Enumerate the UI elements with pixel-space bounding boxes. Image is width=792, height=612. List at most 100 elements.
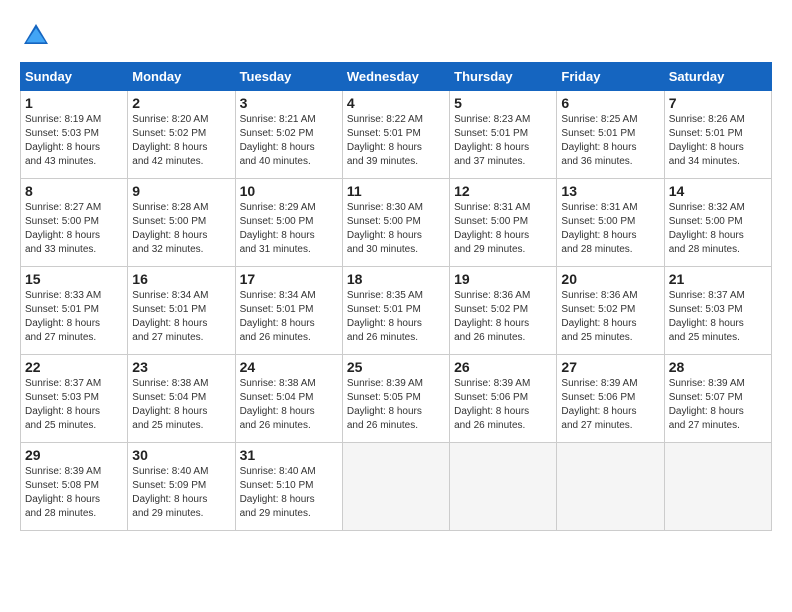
- day-cell-12: 12 Sunrise: 8:31 AMSunset: 5:00 PMDayligh…: [450, 179, 557, 267]
- day-number: 24: [240, 359, 338, 375]
- day-number: 25: [347, 359, 445, 375]
- day-detail: Sunrise: 8:23 AMSunset: 5:01 PMDaylight:…: [454, 113, 552, 169]
- week-row-3: 15 Sunrise: 8:33 AMSunset: 5:01 PMDayligh…: [21, 267, 772, 355]
- day-cell-17: 17 Sunrise: 8:34 AMSunset: 5:01 PMDayligh…: [235, 267, 342, 355]
- weekday-header-monday: Monday: [128, 63, 235, 91]
- day-cell-24: 24 Sunrise: 8:38 AMSunset: 5:04 PMDayligh…: [235, 355, 342, 443]
- calendar-table: SundayMondayTuesdayWednesdayThursdayFrid…: [20, 62, 772, 531]
- day-detail: Sunrise: 8:36 AMSunset: 5:02 PMDaylight:…: [561, 289, 659, 345]
- day-detail: Sunrise: 8:33 AMSunset: 5:01 PMDaylight:…: [25, 289, 123, 345]
- day-cell-9: 9 Sunrise: 8:28 AMSunset: 5:00 PMDaylight…: [128, 179, 235, 267]
- day-detail: Sunrise: 8:39 AMSunset: 5:06 PMDaylight:…: [454, 377, 552, 433]
- day-detail: Sunrise: 8:39 AMSunset: 5:08 PMDaylight:…: [25, 465, 123, 521]
- day-detail: Sunrise: 8:39 AMSunset: 5:07 PMDaylight:…: [669, 377, 767, 433]
- day-detail: Sunrise: 8:38 AMSunset: 5:04 PMDaylight:…: [240, 377, 338, 433]
- day-cell-30: 30 Sunrise: 8:40 AMSunset: 5:09 PMDayligh…: [128, 443, 235, 531]
- empty-cell: [450, 443, 557, 531]
- day-cell-19: 19Sunrise: 8:36 AMSunset: 5:02 PMDayligh…: [450, 267, 557, 355]
- weekday-header-saturday: Saturday: [664, 63, 771, 91]
- day-detail: Sunrise: 8:27 AMSunset: 5:00 PMDaylight:…: [25, 201, 123, 257]
- day-detail: Sunrise: 8:20 AMSunset: 5:02 PMDaylight:…: [132, 113, 230, 169]
- day-number: 12: [454, 183, 552, 199]
- day-number: 16: [132, 271, 230, 287]
- day-detail: Sunrise: 8:19 AMSunset: 5:03 PMDaylight:…: [25, 113, 123, 169]
- day-number: 6: [561, 95, 659, 111]
- day-number: 17: [240, 271, 338, 287]
- day-detail: Sunrise: 8:34 AMSunset: 5:01 PMDaylight:…: [132, 289, 230, 345]
- weekday-header-friday: Friday: [557, 63, 664, 91]
- day-cell-16: 16 Sunrise: 8:34 AMSunset: 5:01 PMDayligh…: [128, 267, 235, 355]
- day-detail: Sunrise: 8:25 AMSunset: 5:01 PMDaylight:…: [561, 113, 659, 169]
- day-detail: Sunrise: 8:34 AMSunset: 5:01 PMDaylight:…: [240, 289, 338, 345]
- day-number: 20: [561, 271, 659, 287]
- day-number: 9: [132, 183, 230, 199]
- day-number: 14: [669, 183, 767, 199]
- day-detail: Sunrise: 8:26 AMSunset: 5:01 PMDaylight:…: [669, 113, 767, 169]
- day-cell-11: 11 Sunrise: 8:30 AMSunset: 5:00 PMDayligh…: [342, 179, 449, 267]
- day-number: 2: [132, 95, 230, 111]
- empty-cell: [557, 443, 664, 531]
- day-cell-23: 23 Sunrise: 8:38 AMSunset: 5:04 PMDayligh…: [128, 355, 235, 443]
- day-detail: Sunrise: 8:22 AMSunset: 5:01 PMDaylight:…: [347, 113, 445, 169]
- week-row-5: 29 Sunrise: 8:39 AMSunset: 5:08 PMDayligh…: [21, 443, 772, 531]
- day-number: 22: [25, 359, 123, 375]
- day-cell-29: 29 Sunrise: 8:39 AMSunset: 5:08 PMDayligh…: [21, 443, 128, 531]
- weekday-header-tuesday: Tuesday: [235, 63, 342, 91]
- day-number: 13: [561, 183, 659, 199]
- day-number: 5: [454, 95, 552, 111]
- day-detail: Sunrise: 8:30 AMSunset: 5:00 PMDaylight:…: [347, 201, 445, 257]
- day-detail: Sunrise: 8:38 AMSunset: 5:04 PMDaylight:…: [132, 377, 230, 433]
- day-number: 18: [347, 271, 445, 287]
- day-detail: Sunrise: 8:28 AMSunset: 5:00 PMDaylight:…: [132, 201, 230, 257]
- day-number: 23: [132, 359, 230, 375]
- day-cell-5: 5 Sunrise: 8:23 AMSunset: 5:01 PMDaylight…: [450, 91, 557, 179]
- day-detail: Sunrise: 8:39 AMSunset: 5:05 PMDaylight:…: [347, 377, 445, 433]
- empty-cell: [342, 443, 449, 531]
- weekday-header-thursday: Thursday: [450, 63, 557, 91]
- day-cell-1: 1 Sunrise: 8:19 AMSunset: 5:03 PMDaylight…: [21, 91, 128, 179]
- day-number: 26: [454, 359, 552, 375]
- day-cell-6: 6 Sunrise: 8:25 AMSunset: 5:01 PMDaylight…: [557, 91, 664, 179]
- weekday-header-sunday: Sunday: [21, 63, 128, 91]
- day-cell-22: 22 Sunrise: 8:37 AMSunset: 5:03 PMDayligh…: [21, 355, 128, 443]
- day-cell-14: 14Sunrise: 8:32 AMSunset: 5:00 PMDayligh…: [664, 179, 771, 267]
- day-detail: Sunrise: 8:40 AMSunset: 5:10 PMDaylight:…: [240, 465, 338, 521]
- day-number: 29: [25, 447, 123, 463]
- day-number: 10: [240, 183, 338, 199]
- day-number: 8: [25, 183, 123, 199]
- week-row-4: 22 Sunrise: 8:37 AMSunset: 5:03 PMDayligh…: [21, 355, 772, 443]
- day-detail: Sunrise: 8:31 AMSunset: 5:00 PMDaylight:…: [454, 201, 552, 257]
- day-cell-31: 31 Sunrise: 8:40 AMSunset: 5:10 PMDayligh…: [235, 443, 342, 531]
- day-number: 31: [240, 447, 338, 463]
- day-detail: Sunrise: 8:35 AMSunset: 5:01 PMDaylight:…: [347, 289, 445, 345]
- day-number: 15: [25, 271, 123, 287]
- day-cell-8: 8 Sunrise: 8:27 AMSunset: 5:00 PMDaylight…: [21, 179, 128, 267]
- logo[interactable]: [20, 20, 56, 52]
- week-row-2: 8 Sunrise: 8:27 AMSunset: 5:00 PMDaylight…: [21, 179, 772, 267]
- day-cell-10: 10 Sunrise: 8:29 AMSunset: 5:00 PMDayligh…: [235, 179, 342, 267]
- logo-icon: [20, 20, 52, 52]
- day-cell-7: 7 Sunrise: 8:26 AMSunset: 5:01 PMDaylight…: [664, 91, 771, 179]
- day-detail: Sunrise: 8:29 AMSunset: 5:00 PMDaylight:…: [240, 201, 338, 257]
- day-number: 28: [669, 359, 767, 375]
- day-cell-25: 25 Sunrise: 8:39 AMSunset: 5:05 PMDayligh…: [342, 355, 449, 443]
- weekday-header-row: SundayMondayTuesdayWednesdayThursdayFrid…: [21, 63, 772, 91]
- day-number: 27: [561, 359, 659, 375]
- day-detail: Sunrise: 8:37 AMSunset: 5:03 PMDaylight:…: [25, 377, 123, 433]
- week-row-1: 1 Sunrise: 8:19 AMSunset: 5:03 PMDaylight…: [21, 91, 772, 179]
- day-detail: Sunrise: 8:40 AMSunset: 5:09 PMDaylight:…: [132, 465, 230, 521]
- day-cell-21: 21Sunrise: 8:37 AMSunset: 5:03 PMDayligh…: [664, 267, 771, 355]
- day-cell-26: 26 Sunrise: 8:39 AMSunset: 5:06 PMDayligh…: [450, 355, 557, 443]
- day-detail: Sunrise: 8:31 AMSunset: 5:00 PMDaylight:…: [561, 201, 659, 257]
- day-number: 30: [132, 447, 230, 463]
- day-number: 3: [240, 95, 338, 111]
- day-number: 4: [347, 95, 445, 111]
- day-number: 1: [25, 95, 123, 111]
- day-number: 19: [454, 271, 552, 287]
- day-cell-15: 15 Sunrise: 8:33 AMSunset: 5:01 PMDayligh…: [21, 267, 128, 355]
- day-cell-18: 18 Sunrise: 8:35 AMSunset: 5:01 PMDayligh…: [342, 267, 449, 355]
- day-number: 11: [347, 183, 445, 199]
- day-detail: Sunrise: 8:21 AMSunset: 5:02 PMDaylight:…: [240, 113, 338, 169]
- day-cell-13: 13 Sunrise: 8:31 AMSunset: 5:00 PMDayligh…: [557, 179, 664, 267]
- day-number: 7: [669, 95, 767, 111]
